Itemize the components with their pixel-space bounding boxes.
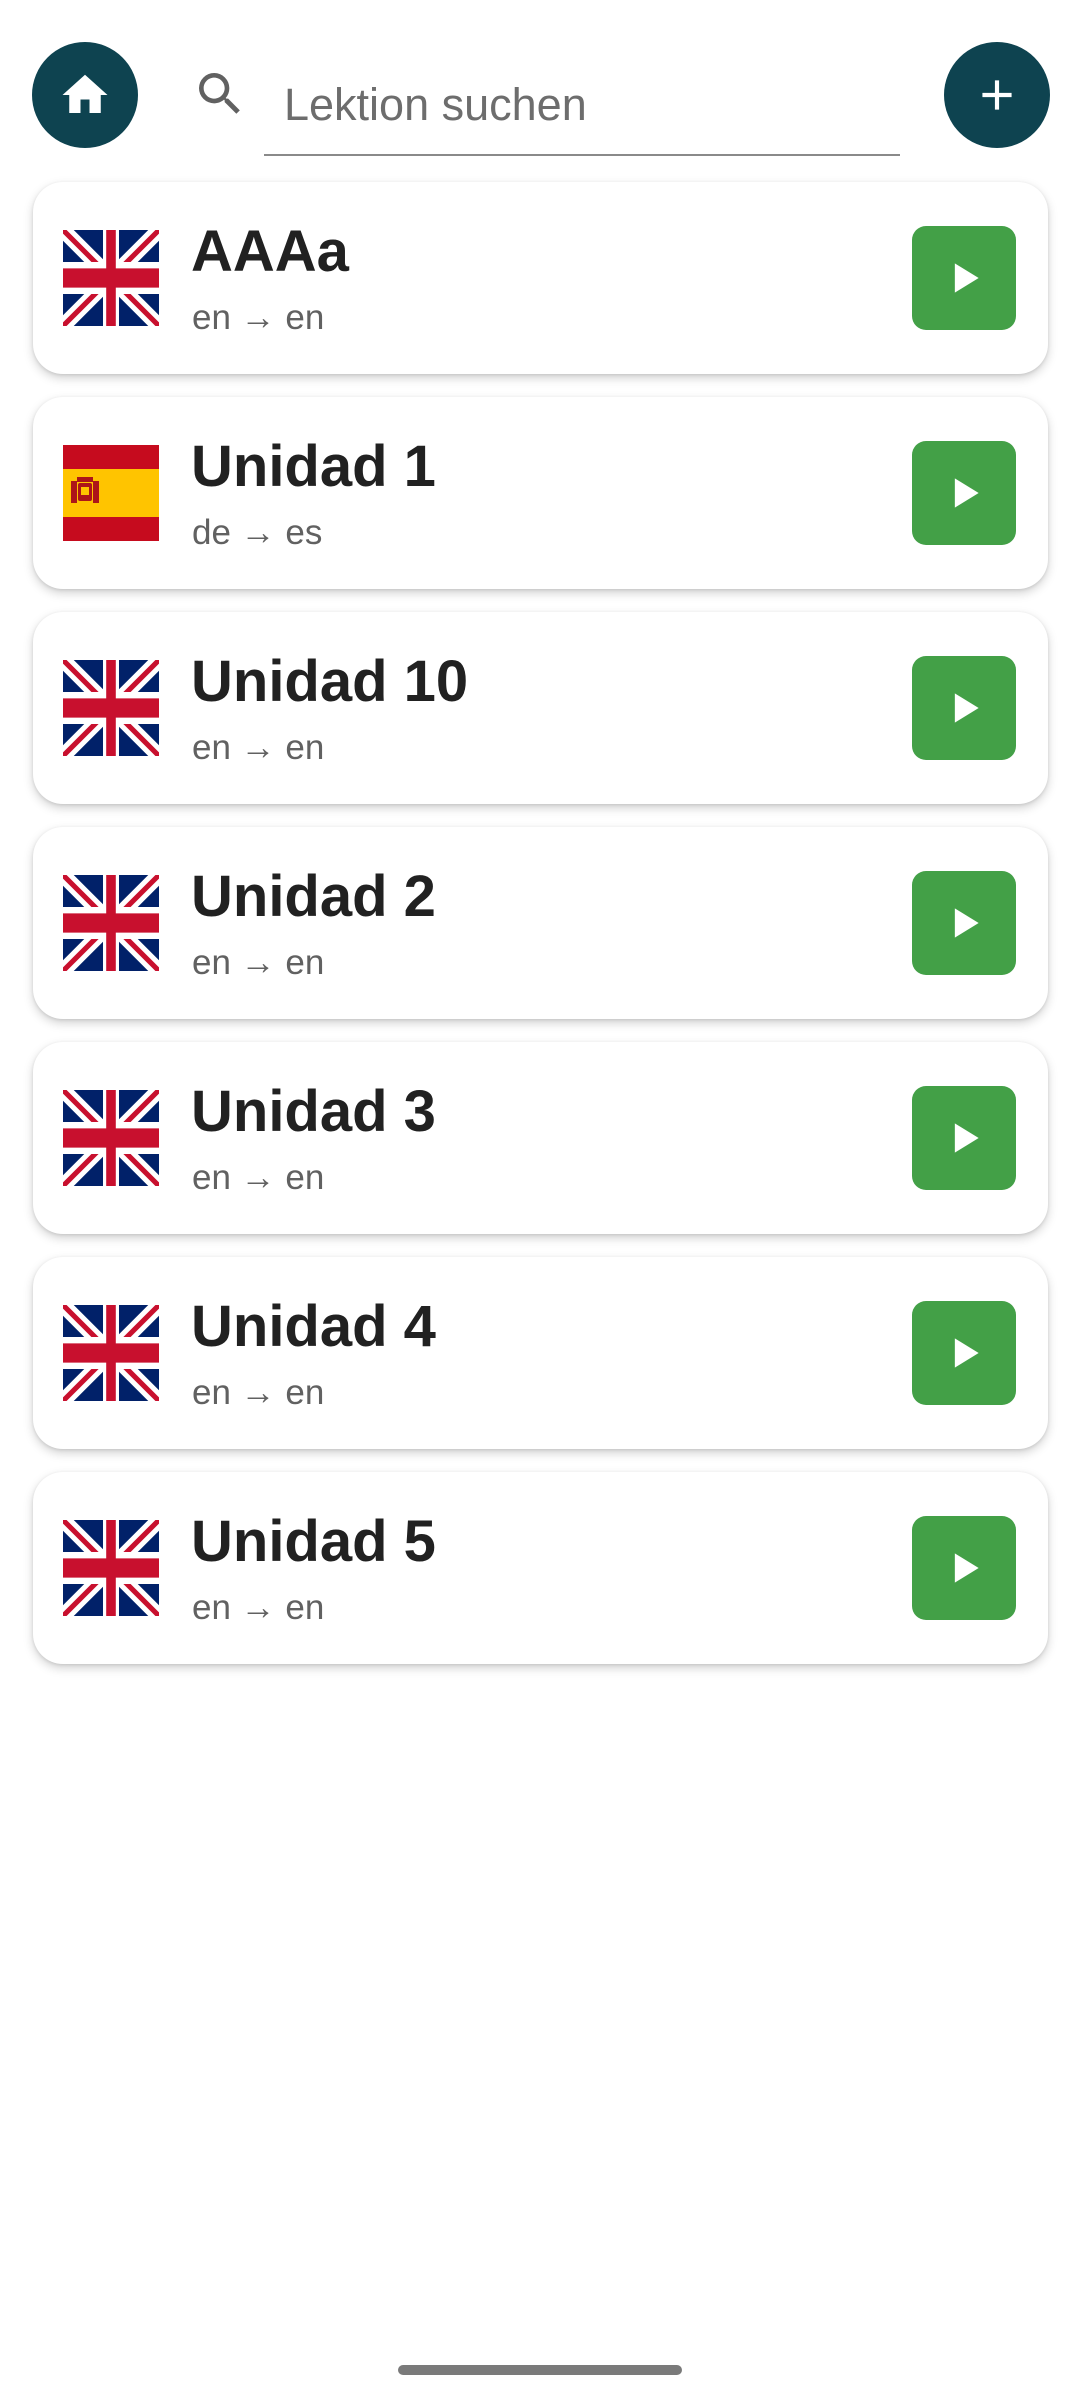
uk-flag-icon xyxy=(63,1305,159,1401)
lesson-language-pair: en → en xyxy=(192,728,325,767)
add-lesson-button[interactable] xyxy=(944,42,1050,148)
lesson-title: Unidad 5 xyxy=(191,1509,436,1574)
play-lesson-button[interactable] xyxy=(912,1301,1016,1405)
lesson-language-pair: en → en xyxy=(192,1373,325,1412)
lesson-card[interactable]: Unidad 4 en → en xyxy=(33,1257,1048,1449)
uk-flag-icon xyxy=(63,1520,159,1616)
lesson-card[interactable]: Unidad 1 de → es xyxy=(33,397,1048,589)
lesson-card[interactable]: Unidad 3 en → en xyxy=(33,1042,1048,1234)
lesson-title: AAAa xyxy=(191,219,349,284)
lesson-card[interactable]: Unidad 10 en → en xyxy=(33,612,1048,804)
lesson-language-pair: en → en xyxy=(192,1158,325,1197)
home-button[interactable] xyxy=(32,42,138,148)
plus-icon xyxy=(982,80,1012,110)
lesson-card[interactable]: AAAa en → en xyxy=(33,182,1048,374)
lesson-language-pair: en → en xyxy=(192,1588,325,1627)
play-icon xyxy=(954,693,979,723)
lesson-title: Unidad 3 xyxy=(191,1079,436,1144)
play-icon xyxy=(954,908,979,938)
play-icon xyxy=(954,478,979,508)
play-lesson-button[interactable] xyxy=(912,1086,1016,1190)
play-icon xyxy=(954,1553,979,1583)
play-lesson-button[interactable] xyxy=(912,656,1016,760)
lesson-language-pair: en → en xyxy=(192,298,325,337)
lesson-language-pair: en → en xyxy=(192,943,325,982)
play-icon xyxy=(954,1338,979,1368)
lesson-language-pair: de → es xyxy=(192,513,323,552)
uk-flag-icon xyxy=(63,1090,159,1186)
lesson-title: Unidad 4 xyxy=(191,1294,436,1359)
uk-flag-icon xyxy=(63,230,159,326)
lesson-title: Unidad 10 xyxy=(191,649,469,714)
lesson-title: Unidad 2 xyxy=(191,864,436,929)
gesture-nav-handle[interactable] xyxy=(398,2365,682,2375)
uk-flag-icon xyxy=(63,875,159,971)
play-lesson-button[interactable] xyxy=(912,226,1016,330)
top-bar xyxy=(0,0,1080,170)
play-lesson-button[interactable] xyxy=(912,1516,1016,1620)
lesson-list-screen: AAAa en → en Unidad 1 de → es Unidad 10 en … xyxy=(0,0,1080,2400)
spain-flag-icon xyxy=(63,445,159,541)
play-icon xyxy=(954,263,979,293)
home-icon xyxy=(62,74,108,113)
lesson-card[interactable]: Unidad 5 en → en xyxy=(33,1472,1048,1664)
play-icon xyxy=(954,1123,979,1153)
search-input[interactable] xyxy=(264,56,900,156)
search-icon xyxy=(199,73,240,114)
play-lesson-button[interactable] xyxy=(912,871,1016,975)
uk-flag-icon xyxy=(63,660,159,756)
lesson-card[interactable]: Unidad 2 en → en xyxy=(33,827,1048,1019)
play-lesson-button[interactable] xyxy=(912,441,1016,545)
lesson-title: Unidad 1 xyxy=(191,434,436,499)
